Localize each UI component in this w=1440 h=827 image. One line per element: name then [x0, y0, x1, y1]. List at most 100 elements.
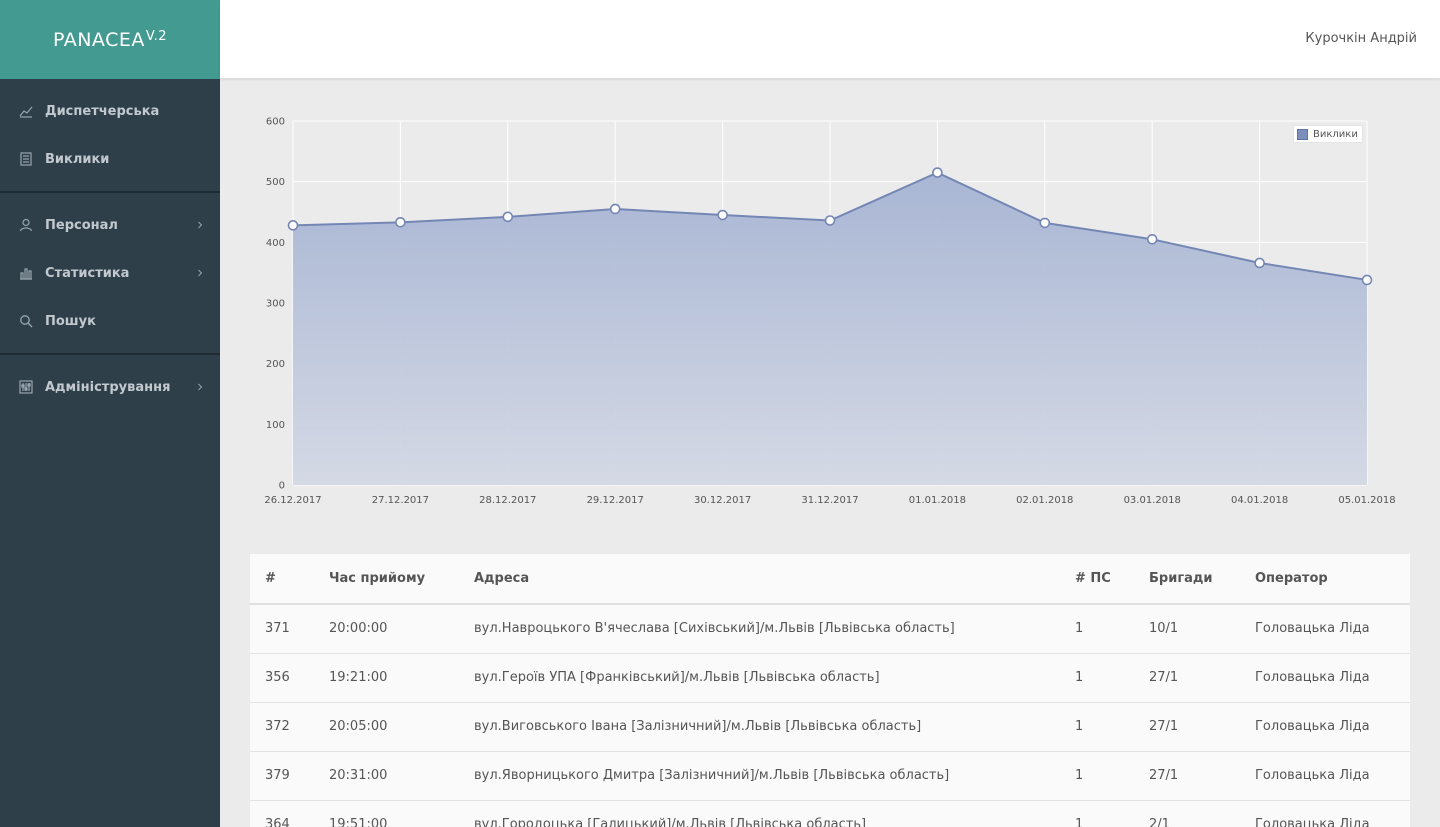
- x-tick-label: 03.01.2018: [1124, 495, 1181, 506]
- table-cell: вул.Городоцька [Галицький]/м.Львів [Льві…: [474, 800, 1075, 827]
- sidebar-nav: Диспетчерська Виклики Персонал Статистика По…: [0, 79, 220, 419]
- trend-chart-icon: [18, 104, 33, 119]
- x-tick-label: 05.01.2018: [1338, 495, 1395, 506]
- sidebar-item[interactable]: Адміністрування: [0, 363, 220, 411]
- table-row[interactable]: 364 19:51:00 вул.Городоцька [Галицький]/м.…: [250, 800, 1410, 827]
- user-icon: [18, 218, 33, 233]
- bar-chart-icon: [18, 266, 33, 281]
- user-menu[interactable]: Курочкін Андрій: [1305, 31, 1417, 46]
- table-cell: 2/1: [1149, 800, 1255, 827]
- column-header[interactable]: Адреса: [474, 554, 1075, 605]
- table-cell: 20:31:00: [329, 751, 474, 801]
- table-row[interactable]: 379 20:31:00 вул.Яворницького Дмитра [Залі…: [250, 751, 1410, 801]
- table-cell: 1: [1075, 800, 1149, 827]
- table-cell: 1: [1075, 653, 1149, 703]
- table-row[interactable]: 372 20:05:00 вул.Виговського Івана [Залізн…: [250, 702, 1410, 752]
- sidebar-item-label: Пошук: [45, 313, 96, 329]
- table-cell: 20:05:00: [329, 702, 474, 752]
- calls-table: # Час прийому Адреса # ПС Бригади Оператор 37…: [250, 554, 1410, 827]
- sidebar-item-label: Персонал: [45, 217, 118, 233]
- table-cell: 27/1: [1149, 702, 1255, 752]
- y-tick-label: 100: [266, 420, 285, 431]
- data-point: [395, 217, 406, 228]
- table-cell: Головацька Ліда: [1255, 751, 1410, 801]
- data-point: [287, 220, 299, 231]
- y-tick-label: 300: [266, 299, 285, 310]
- calls-table-card: # Час прийому Адреса # ПС Бригади Оператор 37…: [250, 554, 1410, 827]
- table-cell: Головацька Ліда: [1255, 653, 1410, 703]
- table-body: 371 20:00:00 вул.Навроцького В'ячеслава [С…: [250, 604, 1410, 827]
- data-point: [502, 211, 514, 223]
- sidebar-item[interactable]: Персонал: [0, 201, 220, 249]
- document-list-icon: [18, 152, 33, 167]
- chevron-right-icon: [196, 383, 204, 391]
- chevron-right-icon: [196, 269, 204, 277]
- sidebar-item-label: Адміністрування: [45, 379, 171, 395]
- brand-version: V.2: [145, 29, 167, 44]
- column-header[interactable]: Бригади: [1149, 554, 1255, 605]
- sidebar-item[interactable]: Пошук: [0, 297, 220, 345]
- x-tick-label: 01.01.2018: [909, 495, 966, 506]
- legend-swatch: [1297, 128, 1308, 140]
- chart-legend[interactable]: Виклики: [1293, 125, 1363, 143]
- nav-group: Персонал Статистика Пошук: [0, 193, 220, 355]
- table-cell: 371: [250, 604, 329, 654]
- x-tick-label: 26.12.2017: [264, 495, 321, 506]
- legend-label: Виклики: [1313, 128, 1358, 140]
- sidebar-item[interactable]: Статистика: [0, 249, 220, 297]
- sidebar-item-label: Диспетчерська: [45, 103, 160, 119]
- data-point: [1254, 257, 1265, 269]
- sidebar: PANACEA V.2 Диспетчерська Виклики Персонал С…: [0, 0, 220, 827]
- brand-logo[interactable]: PANACEA V.2: [0, 0, 220, 79]
- table-cell: 19:51:00: [329, 800, 474, 827]
- data-point: [1039, 217, 1051, 229]
- data-point: [1146, 234, 1158, 245]
- table-cell: 10/1: [1149, 604, 1255, 654]
- column-header[interactable]: Час прийому: [329, 554, 474, 605]
- table-cell: 1: [1075, 604, 1149, 654]
- table-cell: 379: [250, 751, 329, 801]
- column-header[interactable]: Оператор: [1255, 554, 1410, 605]
- x-tick-label: 31.12.2017: [801, 495, 858, 506]
- chevron-right-icon: [196, 221, 204, 229]
- sidebar-item[interactable]: Диспетчерська: [0, 87, 220, 135]
- nav-group: Диспетчерська Виклики: [0, 79, 220, 193]
- table-header-row: # Час прийому Адреса # ПС Бригади Оператор: [250, 554, 1410, 605]
- table-cell: 27/1: [1149, 751, 1255, 801]
- table-cell: вул.Яворницького Дмитра [Залізничний]/м.…: [474, 751, 1075, 801]
- x-tick-label: 04.01.2018: [1231, 495, 1288, 506]
- table-cell: вул.Героїв УПА [Франківський]/м.Львів [Л…: [474, 653, 1075, 703]
- data-point: [717, 209, 728, 221]
- table-cell: Головацька Ліда: [1255, 800, 1410, 827]
- x-tick-label: 28.12.2017: [479, 495, 536, 506]
- nav-group: Адміністрування: [0, 355, 220, 419]
- table-cell: Головацька Ліда: [1255, 702, 1410, 752]
- column-header[interactable]: # ПС: [1075, 554, 1149, 605]
- x-tick-label: 30.12.2017: [694, 495, 751, 506]
- top-header: Курочкін Андрій: [220, 0, 1440, 79]
- calls-chart: 0 100 200 300 400 500 600 26.12.2017 27.12.2017 2…: [220, 80, 1440, 530]
- table-cell: 364: [250, 800, 329, 827]
- y-tick-label: 500: [266, 177, 285, 188]
- table-cell: 20:00:00: [329, 604, 474, 654]
- x-tick-label: 29.12.2017: [587, 495, 644, 506]
- y-tick-label: 0: [279, 481, 285, 492]
- table-cell: 27/1: [1149, 653, 1255, 703]
- sliders-icon: [18, 380, 33, 395]
- column-header[interactable]: #: [250, 554, 329, 605]
- table-row[interactable]: 371 20:00:00 вул.Навроцького В'ячеслава [С…: [250, 604, 1410, 654]
- sidebar-item-label: Виклики: [45, 151, 110, 167]
- sidebar-item-label: Статистика: [45, 265, 130, 281]
- data-point: [824, 215, 836, 226]
- table-cell: 19:21:00: [329, 653, 474, 703]
- x-tick-label: 27.12.2017: [372, 495, 429, 506]
- sidebar-item[interactable]: Виклики: [0, 135, 220, 183]
- y-tick-label: 200: [266, 359, 285, 370]
- y-tick-label: 600: [266, 117, 285, 128]
- table-row[interactable]: 356 19:21:00 вул.Героїв УПА [Франківський]…: [250, 653, 1410, 703]
- table-cell: 372: [250, 702, 329, 752]
- search-icon: [18, 314, 33, 329]
- table-cell: вул.Навроцького В'ячеслава [Сихівський]/…: [474, 604, 1075, 654]
- table-cell: 1: [1075, 751, 1149, 801]
- brand-name: PANACEA: [52, 28, 145, 51]
